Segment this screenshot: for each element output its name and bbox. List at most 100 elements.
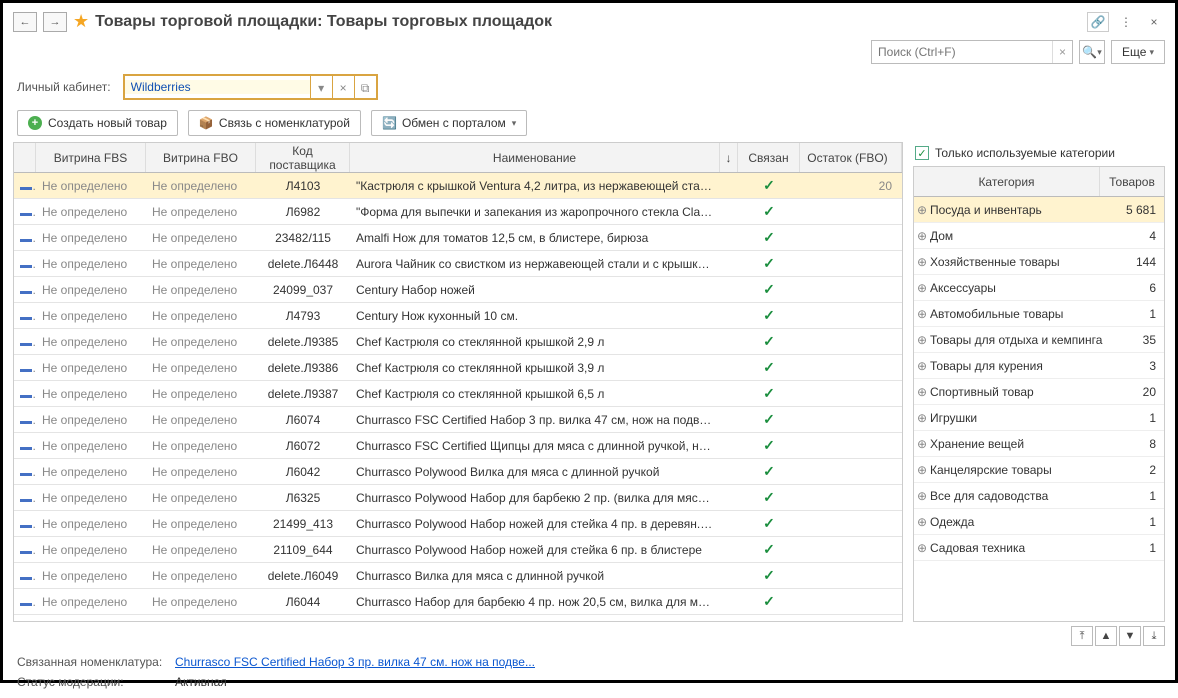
table-row[interactable]: Не определеноНе определеноЛ4793Century Н…: [14, 303, 902, 329]
linked-nomenclature-link[interactable]: Churrasco FSC Certified Набор 3 пр. вилк…: [175, 655, 535, 669]
table-row[interactable]: Не определеноНе определеноdelete.Л9385Ch…: [14, 329, 902, 355]
table-row[interactable]: Не определеноНе определеноЛ6044Churrasco…: [14, 589, 902, 615]
expand-icon[interactable]: ⊕: [914, 229, 930, 243]
link-button[interactable]: 📦 Связь с номенклатурой: [188, 110, 361, 136]
box-icon: 📦: [199, 116, 213, 130]
account-open-icon[interactable]: ⧉: [354, 76, 376, 98]
search-input[interactable]: [872, 45, 1052, 59]
expand-icon[interactable]: ⊕: [914, 281, 930, 295]
cell-fbo: Не определено: [146, 569, 256, 583]
used-categories-checkbox[interactable]: ✓: [915, 146, 929, 160]
pager-last-button[interactable]: ⤓: [1143, 626, 1165, 646]
nav-forward-button[interactable]: →: [43, 12, 67, 32]
category-row[interactable]: ⊕Товары для отдыха и кемпинга35: [914, 327, 1164, 353]
expand-icon[interactable]: ⊕: [914, 463, 930, 477]
expand-icon[interactable]: ⊕: [914, 411, 930, 425]
expand-icon[interactable]: ⊕: [914, 203, 930, 217]
expand-icon[interactable]: ⊕: [914, 385, 930, 399]
row-marker-icon: [20, 213, 32, 216]
category-row[interactable]: ⊕Одежда1: [914, 509, 1164, 535]
table-row[interactable]: Не определеноНе определеноЛ4103"Кастрюля…: [14, 173, 902, 199]
expand-icon[interactable]: ⊕: [914, 359, 930, 373]
table-row[interactable]: Не определеноНе определеноЛ6982"Форма дл…: [14, 199, 902, 225]
row-marker-icon: [20, 473, 32, 476]
link-icon[interactable]: 🔗: [1087, 12, 1109, 32]
table-row[interactable]: Не определеноНе определено21499_413Churr…: [14, 511, 902, 537]
table-row[interactable]: Не определеноНе определеноЛ6325Churrasco…: [14, 485, 902, 511]
cell-name: Chef Кастрюля со стеклянной крышкой 2,9 …: [350, 335, 720, 349]
table-row[interactable]: Не определеноНе определеноdelete.Л9387Ch…: [14, 381, 902, 407]
category-row[interactable]: ⊕Дом4: [914, 223, 1164, 249]
col-stock[interactable]: Остаток (FBO): [800, 143, 902, 172]
cell-fbs: Не определено: [36, 361, 146, 375]
category-row[interactable]: ⊕Хозяйственные товары144: [914, 249, 1164, 275]
row-marker-icon: [20, 343, 32, 346]
nav-back-button[interactable]: ←: [13, 12, 37, 32]
sort-icon[interactable]: ↓: [720, 143, 738, 172]
linked-nomenclature-label: Связанная номенклатура:: [17, 655, 165, 669]
cell-name: Churrasco Polywood Набор ножей для стейк…: [350, 517, 720, 531]
category-count: 144: [1108, 255, 1164, 269]
expand-icon[interactable]: ⊕: [914, 255, 930, 269]
cell-fbo: Не определено: [146, 465, 256, 479]
close-icon[interactable]: ×: [1143, 12, 1165, 32]
expand-icon[interactable]: ⊕: [914, 437, 930, 451]
col-supplier[interactable]: Код поставщика: [256, 143, 350, 172]
create-button[interactable]: + Создать новый товар: [17, 110, 178, 136]
category-row[interactable]: ⊕Автомобильные товары1: [914, 301, 1164, 327]
table-row[interactable]: Не определеноНе определеноdelete.Л6049Ch…: [14, 563, 902, 589]
expand-icon[interactable]: ⊕: [914, 333, 930, 347]
category-row[interactable]: ⊕Игрушки1: [914, 405, 1164, 431]
category-row[interactable]: ⊕Хранение вещей8: [914, 431, 1164, 457]
cell-fbo: Не определено: [146, 439, 256, 453]
cell-fbs: Не определено: [36, 283, 146, 297]
cell-fbo: Не определено: [146, 205, 256, 219]
moderation-status-label: Статус модерации:: [17, 675, 165, 689]
cell-supplier: delete.Л6448: [256, 257, 350, 271]
cell-fbo: Не определено: [146, 543, 256, 557]
search-input-box[interactable]: ×: [871, 40, 1073, 64]
search-button[interactable]: 🔍▾: [1079, 40, 1105, 64]
cell-fbs: Не определено: [36, 257, 146, 271]
category-row[interactable]: ⊕Посуда и инвентарь5 681: [914, 197, 1164, 223]
col-name[interactable]: Наименование: [350, 143, 720, 172]
account-clear-icon[interactable]: ×: [332, 76, 354, 98]
category-row[interactable]: ⊕Садовая техника1: [914, 535, 1164, 561]
table-row[interactable]: Не определеноНе определено21109_644Churr…: [14, 537, 902, 563]
row-marker-icon: [20, 291, 32, 294]
expand-icon[interactable]: ⊕: [914, 515, 930, 529]
table-row[interactable]: Не определеноНе определеноЛ6042Churrasco…: [14, 459, 902, 485]
cell-stock: 20: [800, 179, 902, 193]
account-input[interactable]: [125, 80, 310, 94]
search-clear-icon[interactable]: ×: [1052, 41, 1072, 63]
table-row[interactable]: Не определеноНе определено24099_037Centu…: [14, 277, 902, 303]
cat-col-count[interactable]: Товаров: [1100, 167, 1164, 196]
pager-first-button[interactable]: ⤒: [1071, 626, 1093, 646]
row-marker-icon: [20, 395, 32, 398]
category-row[interactable]: ⊕Канцелярские товары2: [914, 457, 1164, 483]
cat-col-name[interactable]: Категория: [914, 167, 1100, 196]
col-linked[interactable]: Связан: [738, 143, 800, 172]
pager-down-button[interactable]: ▼: [1119, 626, 1141, 646]
col-fbs[interactable]: Витрина FBS: [36, 143, 146, 172]
exchange-button[interactable]: 🔄 Обмен с порталом ▾: [371, 110, 527, 136]
account-label: Личный кабинет:: [17, 80, 111, 94]
account-field[interactable]: ▾ × ⧉: [123, 74, 378, 100]
pager-up-button[interactable]: ▲: [1095, 626, 1117, 646]
table-row[interactable]: Не определеноНе определеноdelete.Л9386Ch…: [14, 355, 902, 381]
expand-icon[interactable]: ⊕: [914, 541, 930, 555]
category-row[interactable]: ⊕Аксессуары6: [914, 275, 1164, 301]
table-row[interactable]: Не определеноНе определеноЛ6072Churrasco…: [14, 433, 902, 459]
table-row[interactable]: Не определеноНе определеноЛ6074Churrasco…: [14, 407, 902, 433]
table-row[interactable]: Не определеноНе определено23482/115Amalf…: [14, 225, 902, 251]
expand-icon[interactable]: ⊕: [914, 489, 930, 503]
account-dropdown-icon[interactable]: ▾: [310, 76, 332, 98]
col-fbo[interactable]: Витрина FBO: [146, 143, 256, 172]
category-row[interactable]: ⊕Товары для курения3: [914, 353, 1164, 379]
cell-supplier: delete.Л9387: [256, 387, 350, 401]
more-button[interactable]: Еще▾: [1111, 40, 1165, 64]
category-row[interactable]: ⊕Все для садоводства1: [914, 483, 1164, 509]
expand-icon[interactable]: ⊕: [914, 307, 930, 321]
category-row[interactable]: ⊕Спортивный товар20: [914, 379, 1164, 405]
table-row[interactable]: Не определеноНе определеноdelete.Л6448Au…: [14, 251, 902, 277]
